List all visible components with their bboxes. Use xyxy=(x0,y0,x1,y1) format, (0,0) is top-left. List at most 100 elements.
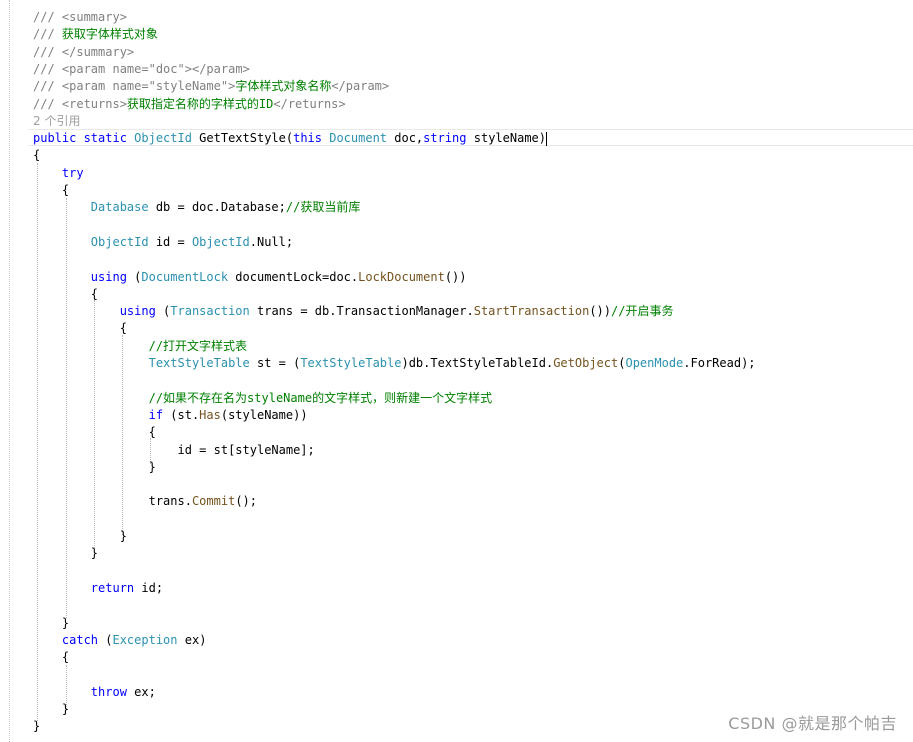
code-token: )db.TextStyleTableId. xyxy=(401,356,554,370)
code-token: doc xyxy=(155,61,178,76)
code-line-content: /// </summary> xyxy=(33,44,134,61)
code-token: ex) xyxy=(177,632,207,647)
code-token: 获取指定名称的字样式的ID xyxy=(126,96,274,111)
code-token: db = doc.Database; xyxy=(148,200,286,215)
code-line-content: /// <summary> xyxy=(33,9,127,26)
code-line-content: /// <returns>获取指定名称的字样式的ID</returns> xyxy=(33,96,346,113)
code-token: { xyxy=(33,321,127,336)
code-editor[interactable]: /// <summary>/// 获取字体样式对象/// </summary> /… xyxy=(0,0,913,742)
code-token: /// xyxy=(33,27,62,42)
code-token: { xyxy=(33,650,70,665)
code-line-content: { xyxy=(33,649,69,666)
code-line-content: { xyxy=(33,182,69,199)
code-line-content: TextStyleTable st = (TextStyleTable)db.T… xyxy=(33,355,756,372)
code-token: TextStyleTable xyxy=(300,356,402,370)
text-cursor xyxy=(546,131,547,146)
code-line-content: /// 获取字体样式对象 xyxy=(33,26,158,43)
code-line-content: } xyxy=(33,545,98,562)
code-token: try xyxy=(33,165,84,180)
code-token: { xyxy=(33,183,70,197)
code-line-content: //如果不存在名为styleName的文字样式，则新建一个文字样式 xyxy=(33,390,492,407)
code-token: ObjectId xyxy=(33,234,149,249)
code-token: /// <returns> xyxy=(33,96,127,111)
code-token: using xyxy=(33,304,156,319)
code-token: { xyxy=(33,425,156,440)
code-token: ( xyxy=(126,269,142,284)
code-line-content: { xyxy=(33,424,156,441)
code-token: TextStyleTable xyxy=(33,356,250,370)
code-line-content: 2 个引用 xyxy=(33,113,80,130)
code-token: Document xyxy=(329,131,388,146)
margin-guide xyxy=(9,0,10,742)
code-token: (); xyxy=(235,494,257,509)
code-token: id = st[styleName]; xyxy=(33,442,315,457)
code-line-content: if (st.Has(styleName)) xyxy=(33,407,308,424)
code-token: id = xyxy=(148,234,192,249)
code-line-content: } xyxy=(33,459,156,476)
code-token: (st. xyxy=(163,407,200,422)
code-token: /// <param name=" xyxy=(33,79,156,94)
code-token: styleName xyxy=(155,79,221,94)
code-token: "> xyxy=(220,79,236,94)
code-token: string xyxy=(423,131,467,146)
code-token: 2 个引用 xyxy=(33,113,81,128)
code-token: //开启事务 xyxy=(611,304,674,319)
code-token: documentLock=doc. xyxy=(228,269,359,284)
code-line-content: //打开文字样式表 xyxy=(33,338,247,355)
code-token: ()) xyxy=(589,304,612,319)
code-token: catch xyxy=(33,632,99,647)
code-token: (styleName)) xyxy=(220,407,308,422)
code-token: Exception xyxy=(112,632,178,647)
code-token: return xyxy=(33,580,135,595)
code-line-content: { xyxy=(33,286,98,303)
code-token: this xyxy=(293,131,330,146)
csdn-watermark: CSDN @就是那个帕吉 xyxy=(728,714,897,733)
code-token: } xyxy=(33,719,41,734)
code-token: public static xyxy=(33,131,135,146)
code-token: doc, xyxy=(387,131,424,146)
code-token: trans. xyxy=(33,494,192,509)
code-token: } xyxy=(33,615,70,630)
code-token: LockDocument xyxy=(358,269,445,284)
code-token: ObjectId xyxy=(134,131,192,146)
code-line-content: ObjectId id = ObjectId.Null; xyxy=(33,234,293,251)
code-line-content: using (DocumentLock documentLock=doc.Loc… xyxy=(33,269,467,286)
code-token: //如果不存在名为styleName的文字样式，则新建一个文字样式 xyxy=(33,390,493,405)
code-token: if xyxy=(33,407,164,422)
code-token: } xyxy=(33,702,70,716)
code-token: st = ( xyxy=(249,356,301,370)
code-line-content: } xyxy=(33,718,40,735)
code-token: .ForRead); xyxy=(683,356,756,370)
code-token: } xyxy=(33,529,127,543)
code-token: trans = db.TransactionManager. xyxy=(249,304,474,319)
code-token: Transaction xyxy=(170,304,250,319)
code-line-content: id = st[styleName]; xyxy=(33,442,315,459)
code-token: 字体样式对象名称 xyxy=(235,79,332,94)
code-line-content: try xyxy=(33,165,84,182)
code-token: ()) xyxy=(444,269,467,284)
code-line-content: Database db = doc.Database;//获取当前库 xyxy=(33,199,361,216)
code-token: DocumentLock xyxy=(141,269,229,284)
code-line-content: { xyxy=(33,147,40,164)
code-token: } xyxy=(33,546,99,561)
code-token: "></param> xyxy=(177,61,250,76)
code-token: ( xyxy=(155,304,171,319)
code-token: /// <summary> xyxy=(33,10,127,24)
code-token: OpenMode xyxy=(625,356,684,370)
code-token: GetTextStyle( xyxy=(191,131,294,146)
code-token: Has xyxy=(199,407,221,422)
code-token: { xyxy=(33,286,99,301)
code-line-content: } xyxy=(33,615,69,632)
code-line-content: { xyxy=(33,320,127,337)
code-line-content: public static ObjectId GetTextStyle(this… xyxy=(33,130,547,147)
code-line-content: return id; xyxy=(33,580,163,597)
code-token: ObjectId xyxy=(191,234,250,249)
code-token: GetObject xyxy=(553,356,619,370)
code-token: /// <param name=" xyxy=(33,61,156,76)
code-token: .Null; xyxy=(249,234,294,249)
code-line-content: } xyxy=(33,701,69,718)
code-line-content: /// <param name="styleName">字体样式对象名称</pa… xyxy=(33,78,389,95)
code-token: //打开文字样式表 xyxy=(33,338,248,353)
code-line-content: throw ex; xyxy=(33,684,156,701)
code-token: 获取字体样式对象 xyxy=(61,27,158,42)
